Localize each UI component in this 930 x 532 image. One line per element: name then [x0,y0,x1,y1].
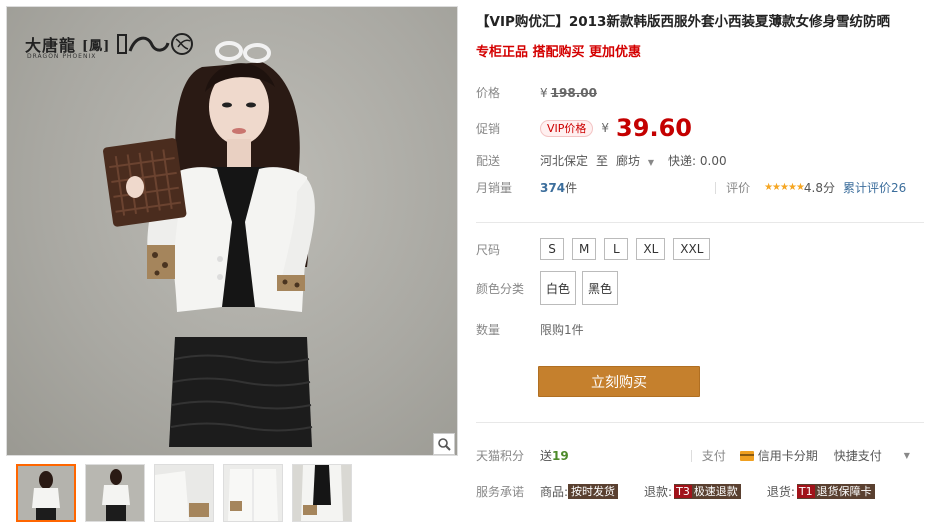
review-label: 评价 [726,181,751,195]
zoom-button[interactable] [433,433,455,455]
promo-price: 39.60 [616,114,692,142]
return-guarantee-text: 退货保障卡 [816,485,872,498]
shipping-label: 配送 [476,154,501,168]
price-currency: ¥ [540,85,548,100]
quantity-limit: 限购1件 [540,323,584,337]
shipping-row: 配送 河北保定 至 廊坊 ▼ 快递: 0.00 [476,152,727,169]
ship-destination-select[interactable]: 廊坊 ▼ [616,152,654,169]
sales-row: 月销量 374 件 评价 ★★★★★ 4.8分 累计评价26 [476,179,906,196]
size-option-s[interactable]: S [540,238,564,260]
refund-label: 退款: [644,485,673,499]
price-label: 价格 [476,86,501,100]
promo-row: 促销 VIP价格 ¥ 39.60 [476,114,692,142]
fast-refund-badge: T3 极速退款 [674,484,741,499]
main-product-photo[interactable]: 大唐龍 [鳳] DRAGON PHOENIX [6,6,458,456]
points-row: 天猫积分 送 19 支付 信用卡分期 快捷支付 ▼ [476,447,910,464]
product-gallery: 大唐龍 [鳳] DRAGON PHOENIX [6,6,458,526]
size-option-xl[interactable]: XL [636,238,666,260]
color-label: 颜色分类 [476,281,525,296]
ship-from: 河北保定 [540,154,589,168]
model-illustration [103,41,315,447]
service-row: 服务承诺 商品: 按时发货 退款: T3 极速退款 退货: T1 退货保障卡 [476,483,875,500]
thumbnail-1[interactable] [16,464,76,522]
cumulative-reviews-link[interactable]: 累计评价26 [843,179,906,196]
promo-currency: ¥ [601,121,610,135]
color-option-black[interactable]: 黑色 [582,271,618,305]
return-label: 退货: [766,485,795,499]
divider [690,449,692,462]
size-option-l[interactable]: L [604,238,629,260]
return-guarantee-badge: T1 退货保障卡 [796,484,875,499]
triangle-down-icon: ▼ [647,158,655,167]
fast-refund-text: 极速退款 [693,485,738,498]
credit-card-installment[interactable]: 信用卡分期 [758,447,818,464]
quantity-label: 数量 [476,323,501,337]
points-value: 19 [552,448,569,463]
thumbnail-4[interactable] [223,464,283,522]
magnifier-icon [438,438,451,451]
section-divider-2 [476,422,924,423]
service-label: 服务承诺 [476,485,525,499]
size-option-xxl[interactable]: XXL [673,238,711,260]
points-label: 天猫积分 [476,449,525,463]
color-row: 颜色分类 白色 黑色 [476,271,624,305]
dragon-phoenix-emblem-icon [117,33,194,55]
product-title: 【VIP购优汇】2013新款韩版西服外套小西装夏薄款女修身雪纺防晒 [476,14,890,30]
goods-label: 商品: [540,485,569,499]
thumbnail-strip [6,464,458,526]
monthly-sales-unit: 件 [565,181,578,195]
credit-card-icon [739,450,754,461]
return-t-code: T1 [796,485,815,498]
ship-to-word: 至 [596,154,609,168]
payment-label: 支付 [701,449,726,463]
size-label: 尺码 [476,242,501,257]
rating-stars-icon: ★★★★★ [764,182,805,193]
product-subtitle: 专柜正品 搭配购买 更加优惠 [476,45,642,60]
color-option-white[interactable]: 白色 [540,271,576,305]
ship-destination: 廊坊 [616,154,641,168]
buy-now-button[interactable]: 立刻购买 [538,366,700,397]
refund-t-code: T3 [674,485,692,498]
clutch-bag [103,138,187,227]
section-divider [476,222,924,223]
original-price: 198.00 [550,85,597,100]
quick-pay[interactable]: 快捷支付 [834,447,882,464]
divider [715,181,717,194]
thumbnail-5[interactable] [292,464,352,522]
promo-label: 促销 [476,121,501,136]
quantity-row: 数量 限购1件 [476,321,584,338]
product-info: 【VIP购优汇】2013新款韩版西服外套小西装夏薄款女修身雪纺防晒 专柜正品 搭… [476,12,924,60]
size-row: 尺码 S M L XL XXL [476,238,718,260]
thumbnail-2[interactable] [85,464,145,522]
brand-subtitle: DRAGON PHOENIX [27,53,97,60]
size-option-m[interactable]: M [572,238,597,260]
on-time-delivery-badge: 按时发货 [568,484,619,499]
vip-price-tag: VIP价格 [540,119,594,137]
brand-bracket: [鳳] [82,38,111,54]
rating-score: 4.8分 [803,181,836,195]
points-send: 送 [540,449,553,463]
price-row: 价格 ¥ 198.00 [476,84,597,101]
thumbnail-3[interactable] [154,464,214,522]
monthly-sales-count: 374 [540,180,566,195]
monthly-sales-label: 月销量 [476,181,513,195]
triangle-down-icon[interactable]: ▼ [904,451,910,460]
express-fee: 快递: 0.00 [668,154,727,168]
